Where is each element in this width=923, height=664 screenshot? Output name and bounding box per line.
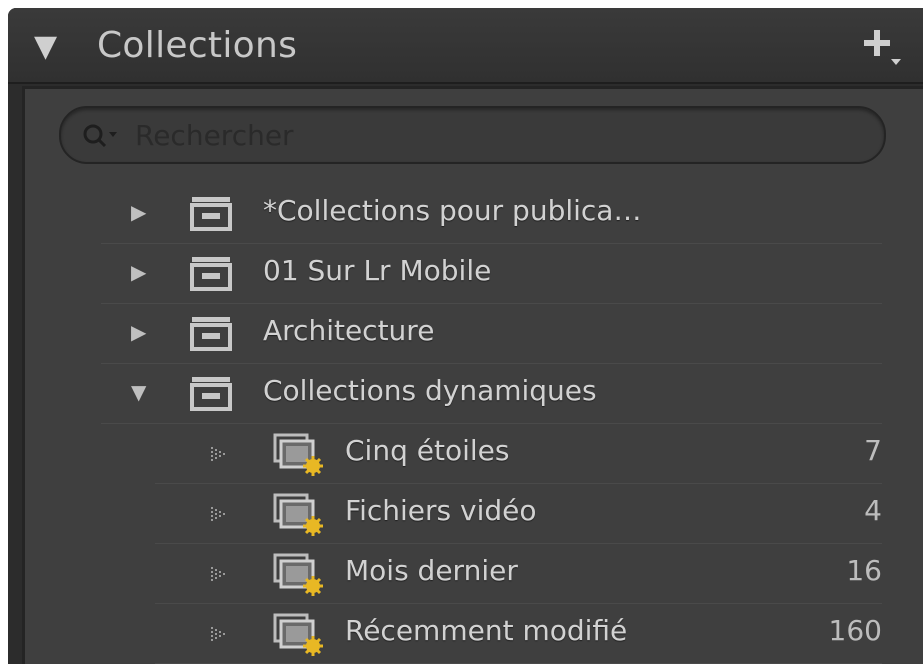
collections-panel: ▼ Collections ▶ [8, 8, 923, 664]
smart-collection-icon [273, 613, 323, 656]
collection-set-row[interactable]: ▶ Architecture [101, 303, 882, 364]
collection-set-icon [190, 377, 232, 411]
smart-collection-icon [273, 493, 323, 536]
collection-set-icon [190, 197, 232, 231]
search-input[interactable] [133, 114, 857, 156]
smart-collection-label: Cinq étoiles [345, 434, 510, 467]
collection-set-row[interactable]: ▶ *Collections pour publica… [101, 183, 882, 244]
collection-set-icon [190, 317, 232, 351]
collapse-triangle-icon[interactable]: ▼ [34, 32, 57, 62]
panel-title: Collections [97, 25, 298, 66]
dotted-arrow-icon[interactable] [209, 565, 229, 583]
smart-collection-label: Récemment modifié [345, 614, 628, 647]
smart-collection-label: Mois dernier [345, 554, 518, 587]
collections-list: ▶ *Collections pour publica… ▶ 01 Sur Lr… [22, 86, 923, 664]
collection-set-label: *Collections pour publica… [263, 194, 642, 227]
smart-collection-row[interactable]: Fichiers vidéo 4 [155, 483, 882, 544]
expand-triangle-icon[interactable]: ▶ [131, 321, 146, 343]
dotted-arrow-icon[interactable] [209, 505, 229, 523]
panel-header[interactable]: ▼ Collections [8, 8, 923, 84]
smart-collection-row[interactable]: Récemment modifié 160 [155, 603, 882, 664]
collection-set-label: Architecture [263, 314, 435, 347]
smart-collection-label: Fichiers vidéo [345, 494, 537, 527]
dotted-arrow-icon[interactable] [209, 625, 229, 643]
smart-collection-row[interactable]: Mois dernier 16 [155, 543, 882, 604]
smart-collection-icon [273, 433, 323, 476]
photo-count: 7 [864, 434, 882, 467]
search-icon[interactable] [81, 121, 127, 151]
photo-count: 4 [864, 494, 882, 527]
collection-set-label: Collections dynamiques [263, 374, 597, 407]
search-field[interactable] [59, 106, 886, 164]
dotted-arrow-icon[interactable] [209, 445, 229, 463]
collection-set-row[interactable]: ▼ Collections dynamiques [101, 363, 882, 424]
collection-set-icon [190, 257, 232, 291]
smart-collection-row[interactable]: Cinq étoiles 7 [155, 423, 882, 484]
collection-set-label: 01 Sur Lr Mobile [263, 254, 492, 287]
collapse-triangle-icon[interactable]: ▼ [131, 381, 146, 403]
add-collection-button[interactable] [860, 26, 904, 70]
expand-triangle-icon[interactable]: ▶ [131, 261, 146, 283]
smart-collection-icon [273, 553, 323, 596]
collection-set-row[interactable]: ▶ 01 Sur Lr Mobile [101, 243, 882, 304]
plus-dropdown-icon [864, 30, 901, 65]
photo-count: 160 [828, 614, 882, 647]
photo-count: 16 [846, 554, 882, 587]
expand-triangle-icon[interactable]: ▶ [131, 201, 146, 223]
